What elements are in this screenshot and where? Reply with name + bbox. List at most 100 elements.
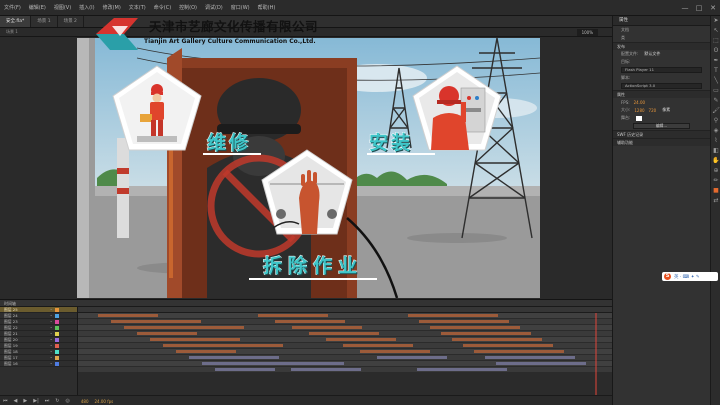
- menu-window[interactable]: 窗口(W): [227, 4, 254, 11]
- layer-color-swatch[interactable]: [55, 313, 60, 318]
- section-props[interactable]: 属性: [613, 90, 710, 98]
- tab-scene-1[interactable]: 场景 1: [31, 16, 58, 27]
- section-accessibility[interactable]: 辅助功能: [613, 138, 710, 146]
- label-dismantling: 拆除作业: [262, 255, 364, 278]
- layer-color-swatch[interactable]: [55, 331, 60, 336]
- eraser-icon[interactable]: ◧: [711, 146, 720, 156]
- layer-name: 图层 19: [4, 343, 18, 348]
- layer-row[interactable]: 图层 16 •: [0, 361, 77, 367]
- pen-tool-icon[interactable]: ✒: [711, 56, 720, 66]
- layer-color-swatch[interactable]: [55, 343, 60, 348]
- layer-name: 图层 24: [4, 313, 18, 318]
- next-frame-icon[interactable]: ▶|: [30, 398, 42, 404]
- menu-help[interactable]: 帮助(H): [254, 4, 280, 11]
- scene-name[interactable]: 场景 1: [0, 29, 18, 35]
- tab-scene-2[interactable]: 场景 2: [58, 16, 84, 27]
- paint-bucket-icon[interactable]: ◈: [711, 126, 720, 136]
- menu-view[interactable]: 视图(V): [50, 4, 75, 11]
- last-frame-icon[interactable]: ⏭: [42, 398, 53, 404]
- fill-color-icon[interactable]: ■: [711, 186, 720, 196]
- stage-color-swatch[interactable]: [636, 115, 643, 121]
- selection-tool-icon[interactable]: ➤: [711, 16, 720, 26]
- brush-tool-icon[interactable]: 🖌: [711, 106, 720, 116]
- transform-tool-icon[interactable]: ⬚: [711, 36, 720, 46]
- hand-tool-icon[interactable]: ✋: [711, 156, 720, 166]
- doc-type-row: 文档: [613, 26, 710, 34]
- section-publish[interactable]: 发布: [613, 42, 710, 50]
- tween-span: [452, 338, 542, 341]
- menu-control[interactable]: 控制(O): [175, 4, 201, 11]
- close-button[interactable]: ✕: [706, 3, 720, 13]
- tab-document[interactable]: 安全.fla*: [0, 16, 32, 27]
- maximize-button[interactable]: □: [692, 3, 706, 13]
- height-value[interactable]: 720: [649, 108, 657, 113]
- visibility-dot-icon[interactable]: •: [50, 319, 52, 324]
- menu-commands[interactable]: 命令(C): [150, 4, 175, 11]
- onion-skin-icon[interactable]: ◎: [62, 398, 72, 404]
- profile-value[interactable]: 默认文件: [644, 51, 660, 57]
- timeline-panel: 时间轴 图层 25 • 图层 24 • 图层 23 • 图层 22 • 图层 21 • 图层 20 •…: [0, 299, 612, 405]
- edit-button[interactable]: 编辑...: [633, 123, 690, 129]
- timeline-header[interactable]: 时间轴: [0, 300, 612, 307]
- profile-label: 配置文件:: [621, 51, 639, 56]
- minimize-button[interactable]: —: [678, 3, 692, 13]
- layer-color-swatch[interactable]: [55, 319, 60, 324]
- layer-color-swatch[interactable]: [55, 337, 60, 342]
- menu-modify[interactable]: 修改(M): [99, 4, 125, 11]
- script-label: 脚本:: [621, 75, 631, 80]
- ime-toolbar[interactable]: S 英 · ⌨ ✦ ✎: [662, 272, 718, 281]
- rectangle-tool-icon[interactable]: ▭: [711, 86, 720, 96]
- width-value[interactable]: 1280: [634, 108, 644, 113]
- first-frame-icon[interactable]: ⏮: [0, 398, 11, 404]
- swap-colors-icon[interactable]: ⇄: [711, 196, 720, 206]
- visibility-dot-icon[interactable]: •: [50, 355, 52, 360]
- properties-header[interactable]: 属性: [613, 16, 710, 26]
- tween-span: [309, 332, 379, 335]
- menu-debug[interactable]: 调试(D): [201, 4, 227, 11]
- ime-status[interactable]: 英 · ⌨ ✦ ✎: [674, 274, 700, 280]
- layer-color-swatch[interactable]: [55, 307, 60, 312]
- visibility-dot-icon[interactable]: •: [50, 313, 52, 318]
- visibility-dot-icon[interactable]: •: [50, 307, 52, 312]
- layer-color-swatch[interactable]: [55, 361, 60, 366]
- prev-frame-icon[interactable]: ◀: [11, 398, 21, 404]
- layer-color-swatch[interactable]: [55, 325, 60, 330]
- zoom-select[interactable]: 100%: [576, 28, 598, 36]
- eyedropper-icon[interactable]: ⌇: [711, 136, 720, 146]
- visibility-dot-icon[interactable]: •: [50, 337, 52, 342]
- line-tool-icon[interactable]: ╲: [711, 76, 720, 86]
- menu-insert[interactable]: 插入(I): [75, 4, 98, 11]
- tween-span: [137, 332, 197, 335]
- tween-span: [326, 338, 396, 341]
- menu-file[interactable]: 文件(F): [0, 4, 25, 11]
- frame-tracks[interactable]: [78, 313, 612, 395]
- menu-edit[interactable]: 编辑(E): [25, 4, 50, 11]
- target-select[interactable]: Flash Player 11: [621, 67, 702, 73]
- subselect-tool-icon[interactable]: ↖: [711, 26, 720, 36]
- section-swf-history[interactable]: SWF 历史记录: [613, 130, 710, 138]
- frame-area[interactable]: [78, 307, 612, 395]
- script-select[interactable]: ActionScript 3.0: [621, 83, 702, 89]
- timeline-footer: ⏮ ◀ ▶ ▶| ⏭ ↻ ◎ 480 24.00 fps: [0, 395, 612, 405]
- visibility-dot-icon[interactable]: •: [50, 343, 52, 348]
- current-frame[interactable]: 480: [81, 399, 89, 404]
- layer-color-swatch[interactable]: [55, 355, 60, 360]
- fps-value[interactable]: 24.00: [634, 100, 645, 105]
- bone-tool-icon[interactable]: ⚲: [711, 116, 720, 126]
- lasso-tool-icon[interactable]: ʘ: [711, 46, 720, 56]
- frame-rate[interactable]: 24.00 fps: [95, 399, 114, 404]
- stage-pasteboard[interactable]: 维修 安装 拆除作业: [0, 37, 612, 299]
- loop-icon[interactable]: ↻: [52, 398, 62, 404]
- visibility-dot-icon[interactable]: •: [50, 331, 52, 336]
- stroke-color-icon[interactable]: ✏: [711, 176, 720, 186]
- play-icon[interactable]: ▶: [20, 398, 30, 404]
- text-tool-icon[interactable]: T: [711, 66, 720, 76]
- visibility-dot-icon[interactable]: •: [50, 325, 52, 330]
- visibility-dot-icon[interactable]: •: [50, 361, 52, 366]
- zoom-tool-icon[interactable]: ⊕: [711, 166, 720, 176]
- layer-color-swatch[interactable]: [55, 349, 60, 354]
- visibility-dot-icon[interactable]: •: [50, 349, 52, 354]
- pencil-tool-icon[interactable]: ✎: [711, 96, 720, 106]
- stage-canvas[interactable]: 维修 安装 拆除作业: [77, 38, 540, 298]
- menu-text[interactable]: 文本(T): [125, 4, 150, 11]
